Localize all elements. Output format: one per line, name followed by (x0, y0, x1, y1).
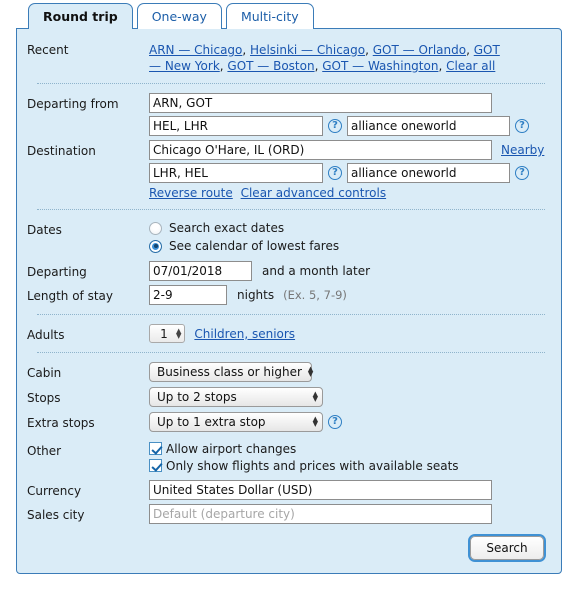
recent-link-0[interactable]: ARN — Chicago (149, 43, 242, 57)
extra-stops-row: Extra stops Up to 1 extra stop ▲ ▼ ? (27, 412, 547, 432)
recent-links: ARN — Chicago, Helsinki — Chicago, GOT —… (149, 39, 501, 74)
question-mark-icon-via-to[interactable]: ? (328, 166, 342, 180)
stops-row: Stops Up to 2 stops ▲ ▼ (27, 387, 547, 407)
reverse-route-link[interactable]: Reverse route (149, 186, 233, 200)
recent-sep-1: , (365, 43, 373, 57)
adults-value: 1 (160, 326, 168, 341)
recent-sep-0: , (242, 43, 251, 57)
dates-label: Dates (27, 223, 62, 237)
other-label: Other (27, 444, 62, 458)
checkbox-available-seats-label: Only show flights and prices with availa… (166, 458, 459, 473)
currency-label: Currency (27, 484, 82, 498)
extra-stops-label: Extra stops (27, 416, 95, 430)
cabin-row: Cabin Business class or higher ▲ ▼ (27, 362, 547, 382)
recent-clear-all-link[interactable]: Clear all (446, 59, 495, 73)
checkbox-available-seats[interactable]: Only show flights and prices with availa… (149, 457, 547, 474)
search-button-row: Search (27, 536, 547, 560)
stops-label: Stops (27, 391, 61, 405)
divider-routes (37, 209, 545, 210)
question-mark-icon-alliance-from[interactable]: ? (515, 119, 529, 133)
dates-row: Dates Search exact dates See calendar of… (27, 219, 547, 255)
length-of-stay-hint: (Ex. 5, 7-9) (283, 288, 347, 302)
destination-alliance-input[interactable] (347, 163, 510, 183)
stops-select-value: Up to 2 stops (157, 390, 237, 404)
length-of-stay-label: Length of stay (27, 289, 113, 303)
question-mark-icon-extra-stops[interactable]: ? (328, 415, 342, 429)
departing-date-input[interactable] (149, 261, 252, 281)
departing-date-suffix: and a month later (262, 264, 371, 278)
tab-multi-city[interactable]: Multi-city (225, 3, 314, 29)
length-of-stay-input[interactable] (149, 285, 227, 305)
tab-round-trip-label: Round trip (43, 9, 118, 24)
advanced-links: Reverse route Clear advanced controls (149, 183, 547, 200)
currency-row: Currency (27, 480, 547, 500)
divider-passengers (37, 352, 545, 353)
sales-city-label: Sales city (27, 508, 85, 522)
length-of-stay-row: Length of stay nights (Ex. 5, 7-9) (27, 285, 547, 305)
other-row: Other Allow airport changes Only show fl… (27, 440, 547, 474)
departing-from-input[interactable] (149, 93, 492, 113)
recent-link-2[interactable]: GOT — Orlando (373, 43, 466, 57)
tab-one-way-label: One-way (151, 9, 207, 24)
departing-from-label: Departing from (27, 97, 119, 111)
dates-option-calendar[interactable]: See calendar of lowest fares (149, 237, 547, 255)
search-form-panel: Recent ARN — Chicago, Helsinki — Chicago… (16, 28, 562, 574)
cabin-select-value: Business class or higher (157, 365, 302, 379)
dates-option-calendar-label: See calendar of lowest fares (169, 239, 340, 253)
recent-label: Recent (27, 43, 69, 57)
sales-city-row: Sales city (27, 504, 547, 524)
departing-date-row: Departing and a month later (27, 261, 547, 281)
clear-advanced-controls-link[interactable]: Clear advanced controls (241, 186, 387, 200)
dates-option-exact[interactable]: Search exact dates (149, 219, 547, 237)
destination-input[interactable] (149, 140, 492, 160)
stepper-arrows-icon[interactable]: ▲ ▼ (176, 327, 181, 339)
search-button[interactable]: Search (470, 536, 544, 560)
currency-input[interactable] (149, 480, 492, 500)
stops-select[interactable]: Up to 2 stops ▲ ▼ (149, 387, 323, 407)
recent-sep-5: , (438, 59, 447, 73)
departing-from-alliance-input[interactable] (347, 116, 510, 136)
tab-one-way[interactable]: One-way (136, 3, 222, 29)
cabin-select[interactable]: Business class or higher ▲ ▼ (149, 362, 314, 382)
destination-label: Destination (27, 144, 96, 158)
adults-row: Adults 1 ▲ ▼ Children, seniors (27, 324, 547, 343)
recent-row: Recent ARN — Chicago, Helsinki — Chicago… (27, 39, 547, 74)
radio-calendar-fares-icon[interactable] (149, 239, 162, 253)
checkbox-available-seats-icon[interactable] (149, 459, 162, 472)
checkbox-allow-airport-changes[interactable]: Allow airport changes (149, 440, 547, 457)
departing-date-label: Departing (27, 265, 87, 279)
adults-stepper[interactable]: 1 ▲ ▼ (149, 324, 186, 343)
radio-exact-dates-icon[interactable] (149, 221, 162, 235)
trip-type-tabs: Round trip One-way Multi-city (0, 0, 570, 30)
checkbox-allow-airport-changes-icon[interactable] (149, 442, 162, 455)
checkbox-allow-airport-changes-label: Allow airport changes (166, 441, 297, 456)
chevron-updown-icon-stops: ▲ ▼ (312, 390, 318, 403)
departing-from-via-input[interactable] (149, 116, 323, 136)
departing-from-row: Departing from ? ? (27, 93, 547, 136)
sales-city-input[interactable] (149, 504, 492, 524)
destination-row: Destination Nearby ? ? Reverse route Cle… (27, 140, 547, 200)
tab-multi-city-label: Multi-city (240, 9, 299, 24)
tab-round-trip[interactable]: Round trip (28, 3, 133, 30)
extra-stops-select[interactable]: Up to 1 extra stop ▲ ▼ (149, 412, 323, 432)
children-seniors-link[interactable]: Children, seniors (194, 327, 295, 341)
destination-via-input[interactable] (149, 163, 323, 183)
recent-link-1[interactable]: Helsinki — Chicago (250, 43, 365, 57)
chevron-updown-icon-cabin: ▲ ▼ (307, 365, 314, 378)
question-mark-icon-alliance-to[interactable]: ? (515, 166, 529, 180)
recent-sep-2: , (466, 43, 474, 57)
recent-link-5[interactable]: GOT — Washington (322, 59, 438, 73)
question-mark-icon-via-from[interactable]: ? (328, 119, 342, 133)
nearby-link[interactable]: Nearby (501, 143, 544, 157)
extra-stops-select-value: Up to 1 extra stop (157, 415, 266, 429)
divider-recent (37, 83, 545, 84)
divider-dates (37, 314, 545, 315)
dates-option-exact-label: Search exact dates (169, 221, 285, 235)
cabin-label: Cabin (27, 366, 62, 380)
chevron-updown-icon-extra-stops: ▲ ▼ (312, 415, 318, 428)
length-of-stay-unit: nights (237, 288, 275, 302)
recent-link-4[interactable]: GOT — Boston (227, 59, 314, 73)
adults-label: Adults (27, 328, 65, 342)
